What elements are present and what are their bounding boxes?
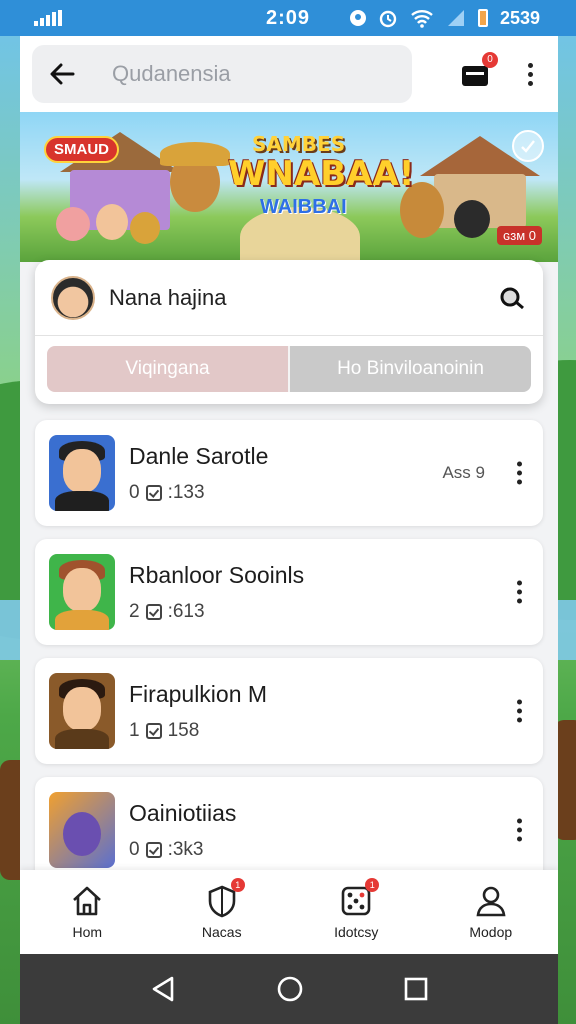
promo-banner[interactable]: SAMBES WNABAA! WAIBBAI SMAUD ɢɜᴍ 0 — [20, 112, 558, 262]
game-title: Danle Sarotle — [129, 442, 269, 469]
person-icon — [474, 884, 508, 918]
profile-search-button[interactable] — [497, 283, 527, 313]
game-title: Firapulkion M — [129, 680, 268, 707]
segment-right-button[interactable]: Ho Binviloanoinin — [290, 346, 531, 392]
home-circle-icon[interactable] — [276, 975, 304, 1003]
wifi-icon — [411, 10, 433, 28]
nav-badge: 1 — [365, 878, 380, 892]
home-icon — [70, 884, 104, 918]
checkbox-icon — [145, 603, 162, 620]
item-menu-icon[interactable] — [513, 699, 525, 723]
bottom-navigation: Hom 1 Nacas 1 Idotcsy Modop — [20, 870, 558, 954]
nav-shield[interactable]: 1 Nacas — [177, 878, 267, 940]
nav-label: Idotcsy — [334, 924, 379, 940]
game-count: 0 — [129, 481, 140, 503]
banner-title-top: SAMBES — [252, 132, 346, 156]
app-window: Qudanensia 0 SAMBES WNABAA! WAIBBAI SMAU… — [20, 36, 558, 954]
cart-button[interactable]: 0 — [460, 52, 498, 88]
item-menu-icon[interactable] — [513, 461, 525, 485]
notification-icon — [349, 10, 366, 26]
nav-home[interactable]: Hom — [42, 884, 132, 940]
game-count: 0 — [129, 838, 140, 860]
banner-corner-label: ɢɜᴍ 0 — [496, 226, 542, 245]
item-menu-icon[interactable] — [513, 818, 525, 842]
back-arrow-icon[interactable] — [48, 60, 76, 88]
item-menu-icon[interactable] — [513, 580, 525, 604]
game-title: Oainiotiias — [129, 799, 237, 826]
check-icon — [521, 140, 535, 153]
game-score: 158 — [167, 719, 200, 741]
top-bar: Qudanensia 0 — [20, 36, 558, 112]
status-bar: 2:09 2539 — [0, 0, 576, 36]
banner-title-sub: WAIBBAI — [260, 196, 347, 218]
list-item[interactable]: Rbanloor Sooinls 2 :613 — [35, 539, 543, 645]
search-input[interactable]: Qudanensia — [112, 61, 231, 87]
signal-icon — [34, 10, 62, 26]
nav-label: Nacas — [201, 924, 242, 940]
segmented-control: Viqingana Ho Binviloanoinin — [47, 346, 531, 392]
system-navigation-bar — [20, 954, 558, 1024]
game-title: Rbanloor Sooinls — [129, 561, 305, 588]
banner-tag: SMAUD — [44, 136, 119, 163]
profile-card: Nana hajina Viqingana Ho Binviloanoinin — [35, 260, 543, 404]
list-item[interactable]: Firapulkion M 1 158 — [35, 658, 543, 764]
game-score: :3k3 — [167, 838, 204, 860]
segment-left-button[interactable]: Viqingana — [47, 346, 290, 392]
checkbox-icon — [145, 841, 162, 858]
game-thumbnail — [49, 792, 115, 868]
game-thumbnail — [49, 435, 115, 511]
search-bar[interactable]: Qudanensia — [32, 45, 412, 103]
shield-icon: 1 — [205, 878, 245, 918]
nav-label: Hom — [72, 924, 103, 940]
magnifier-icon — [500, 287, 524, 309]
battery-level: 2539 — [499, 7, 540, 28]
nav-dice[interactable]: 1 Idotcsy — [311, 878, 401, 940]
alarm-icon — [379, 10, 397, 28]
game-count: 2 — [129, 600, 140, 622]
cell-signal-icon — [447, 10, 464, 26]
game-count: 1 — [129, 719, 140, 741]
list-item[interactable]: Danle Sarotle 0 :133 Ass 9 — [35, 420, 543, 526]
checkbox-icon — [145, 722, 162, 739]
game-thumbnail — [49, 554, 115, 630]
back-triangle-icon[interactable] — [150, 975, 176, 1003]
game-score: :613 — [167, 600, 205, 622]
banner-title-main: WNABAA! — [228, 154, 415, 194]
nav-profile[interactable]: Modop — [446, 884, 536, 940]
cart-badge: 0 — [482, 52, 498, 68]
banner-close-button[interactable] — [512, 130, 544, 162]
list-item[interactable]: Oainiotiias 0 :3k3 — [35, 777, 543, 883]
battery-icon — [477, 9, 488, 27]
recents-square-icon[interactable] — [404, 977, 428, 1001]
game-side-label: Ass 9 — [442, 463, 485, 482]
profile-name: Nana hajina — [109, 284, 227, 310]
nav-label: Modop — [469, 924, 513, 940]
game-score: :133 — [167, 481, 205, 503]
dice-icon: 1 — [339, 878, 380, 918]
checkbox-icon — [145, 484, 162, 501]
game-thumbnail — [49, 673, 115, 749]
overflow-menu-icon[interactable] — [524, 62, 536, 86]
status-time: 2:09 — [266, 6, 311, 29]
nav-badge: 1 — [230, 878, 245, 892]
avatar[interactable] — [51, 275, 95, 320]
